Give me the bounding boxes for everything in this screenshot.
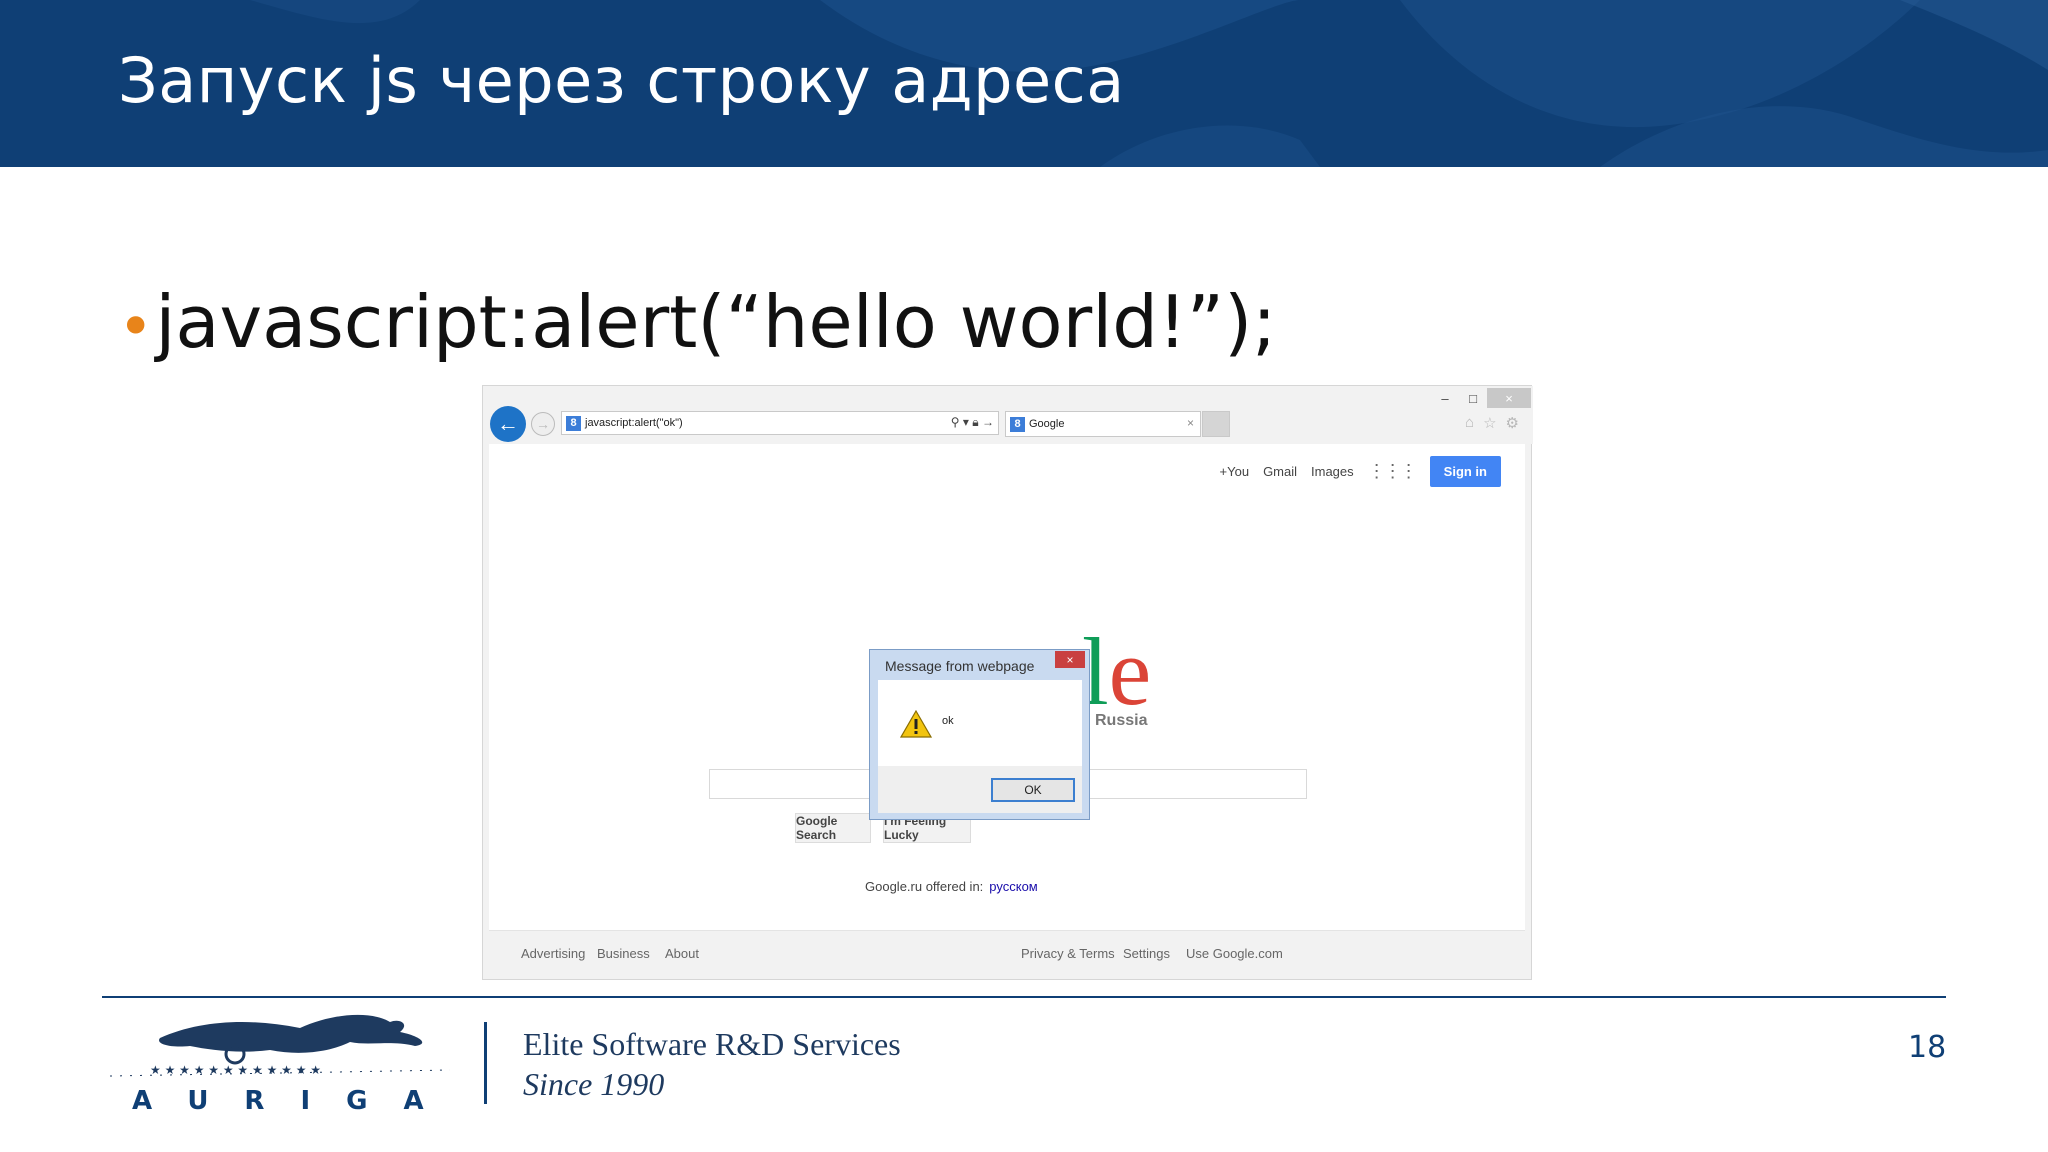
plus-you-link[interactable]: +You <box>1220 464 1250 479</box>
bullet-item: •javascript:alert(“hello world!”); <box>118 280 1276 364</box>
footer-business-link[interactable]: Business <box>597 946 650 961</box>
slide-page-number: 18 <box>1908 1030 1947 1065</box>
footer-advertising-link[interactable]: Advertising <box>521 946 585 961</box>
dialog-title: Message from webpage <box>885 658 1035 674</box>
browser-toolbar: – □ × ← → 8 javascript:alert("ok") ⚲ ▾ 🔒… <box>483 386 1533 444</box>
maximize-button[interactable]: □ <box>1459 388 1487 408</box>
google-page: +You Gmail Images ⋮⋮⋮ Sign in le Russia … <box>489 444 1525 930</box>
footer-settings-link[interactable]: Settings <box>1123 946 1170 961</box>
new-tab-button[interactable] <box>1202 411 1230 437</box>
images-link[interactable]: Images <box>1311 464 1354 479</box>
gear-icon[interactable]: ⚙ <box>1506 414 1519 432</box>
footer-divider <box>102 996 1946 998</box>
back-arrow-icon[interactable]: ← <box>490 406 526 442</box>
dialog-body: ok OK <box>878 680 1082 813</box>
tab-title: Google <box>1029 418 1065 430</box>
slide-header: Запуск js через строку адреса <box>0 0 2048 167</box>
footer-vertical-divider <box>484 1022 487 1104</box>
browser-screenshot: – □ × ← → 8 javascript:alert("ok") ⚲ ▾ 🔒… <box>482 385 1533 980</box>
dropdown-icon[interactable]: ▾ <box>963 415 969 429</box>
slide-title: Запуск js через строку адреса <box>118 44 1125 117</box>
tagline-primary: Elite Software R&D Services <box>523 1026 901 1062</box>
google-favicon-icon: 8 <box>1010 416 1025 432</box>
dialog-button-bar: OK <box>878 766 1082 813</box>
warning-icon <box>900 710 932 738</box>
dialog-close-button[interactable]: × <box>1055 651 1085 668</box>
address-bar-icons[interactable]: ⚲ ▾ 🔒︎ → <box>951 415 994 430</box>
alert-dialog: Message from webpage × ok OK <box>869 649 1090 820</box>
google-favicon-icon: 8 <box>566 415 581 431</box>
tagline-secondary: Since 1990 <box>523 1066 665 1102</box>
google-top-bar: +You Gmail Images ⋮⋮⋮ Sign in <box>1220 456 1501 487</box>
sign-in-button[interactable]: Sign in <box>1429 456 1501 487</box>
close-window-button[interactable]: × <box>1487 388 1531 408</box>
footer-privacy-link[interactable]: Privacy & Terms <box>1021 946 1115 961</box>
logo-subtitle: Russia <box>1095 712 1148 729</box>
google-search-button[interactable]: Google Search <box>795 813 871 843</box>
dialog-message: ok <box>942 715 954 727</box>
gmail-link[interactable]: Gmail <box>1263 464 1297 479</box>
star-icon[interactable]: ☆ <box>1483 414 1496 432</box>
footer-use-google-link[interactable]: Use Google.com <box>1186 946 1283 961</box>
bullet-dot-icon: • <box>118 292 154 362</box>
bullet-text: javascript:alert(“hello world!”); <box>155 280 1277 364</box>
google-footer: Advertising Business About Privacy & Ter… <box>489 930 1525 976</box>
logo-letter-e: e <box>1108 618 1152 725</box>
toolbar-right-icons: ⌂ ☆ ⚙ <box>1465 414 1519 432</box>
address-bar[interactable]: 8 javascript:alert("ok") ⚲ ▾ 🔒︎ → <box>561 411 999 435</box>
home-icon[interactable]: ⌂ <box>1465 414 1474 432</box>
google-logo-partial: le <box>1082 624 1151 720</box>
svg-text:★ ★ ★ ★ ★ ★ ★ ★ ★ ★ ★ ★: ★ ★ ★ ★ ★ ★ ★ ★ ★ ★ ★ ★ <box>150 1063 321 1077</box>
offered-label: Google.ru offered in: <box>865 879 984 894</box>
auriga-wordmark: AURIGA <box>132 1086 460 1116</box>
tab-close-icon[interactable]: × <box>1187 416 1194 430</box>
offered-in-text: Google.ru offered in: русском <box>865 879 1038 894</box>
window-controls: – □ × <box>1431 388 1531 408</box>
search-icon[interactable]: ⚲ <box>951 415 960 429</box>
apps-grid-icon[interactable]: ⋮⋮⋮ <box>1368 461 1418 482</box>
address-value: javascript:alert("ok") <box>585 417 683 429</box>
forward-arrow-icon[interactable]: → <box>531 412 555 436</box>
go-arrow-icon[interactable]: → <box>982 415 994 429</box>
browser-tab[interactable]: 8 Google × <box>1005 411 1201 437</box>
footer-about-link[interactable]: About <box>665 946 699 961</box>
minimize-button[interactable]: – <box>1431 388 1459 408</box>
ok-button[interactable]: OK <box>991 778 1075 802</box>
russian-language-link[interactable]: русском <box>989 879 1037 894</box>
lock-icon: 🔒︎ <box>972 415 979 429</box>
